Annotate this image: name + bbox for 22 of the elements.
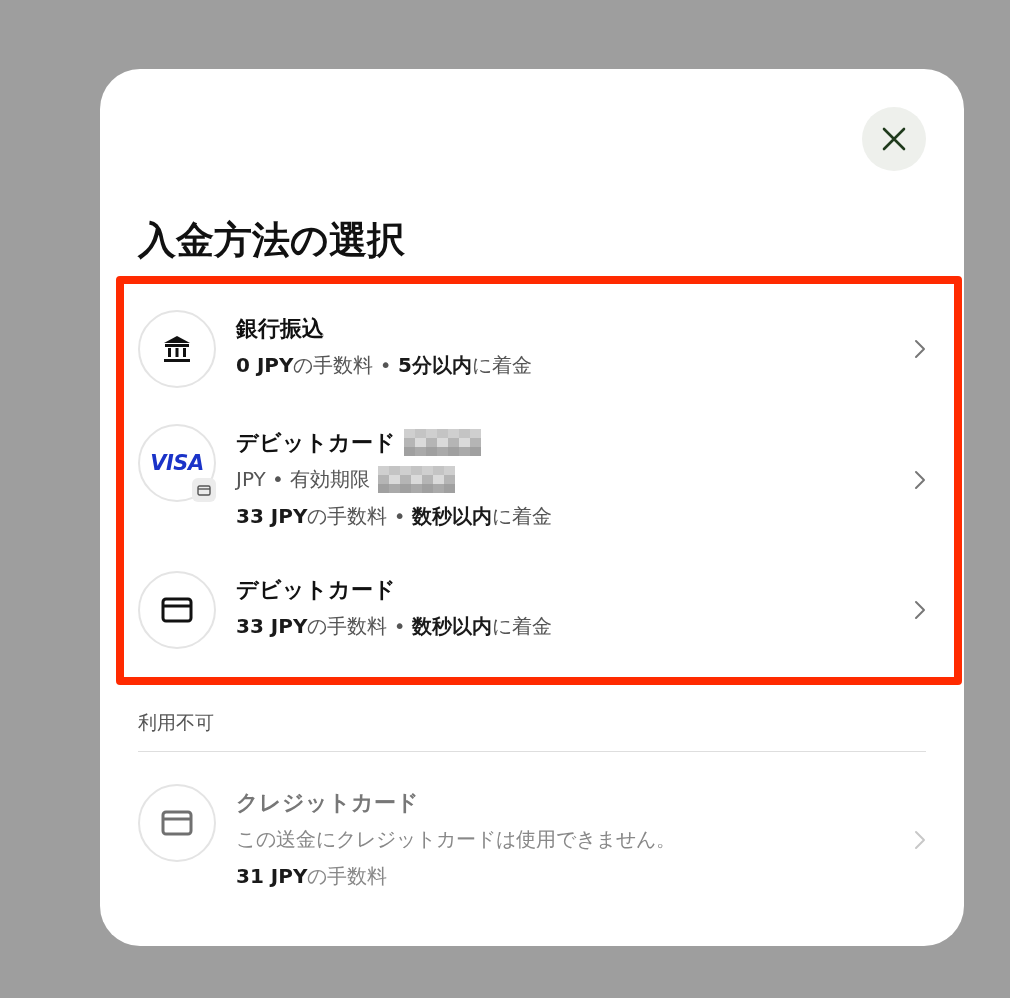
dialog-title: 入金方法の選択 [138,217,406,264]
method-title: 銀行振込 [236,314,324,343]
method-title: デビットカード [236,428,396,457]
bank-icon [138,310,216,388]
method-title: クレジットカード [236,788,419,817]
card-icon [138,571,216,649]
card-icon [192,478,216,502]
visa-logo: VISA [138,424,216,502]
method-detail: 33 JPYの手数料 • 数秒以内に着金 [236,503,552,530]
method-detail: 0 JPYの手数料 • 5分以内に着金 [236,352,532,379]
card-icon [138,784,216,862]
method-detail: 31 JPYの手数料 [236,863,388,890]
method-title: デビットカード [236,575,396,604]
chevron-icon [914,469,926,490]
chevron-icon [914,829,926,850]
chevron-icon [914,600,926,620]
method-detail: この送金にクレジットカードは使用できません。 [236,826,676,853]
method-detail: JPY • 有効期限 [236,466,371,493]
close-icon [881,126,907,152]
section-heading: 利用不可 [138,707,926,752]
chevron-icon [914,339,926,359]
method-detail: 33 JPYの手数料 • 数秒以内に着金 [236,613,552,640]
